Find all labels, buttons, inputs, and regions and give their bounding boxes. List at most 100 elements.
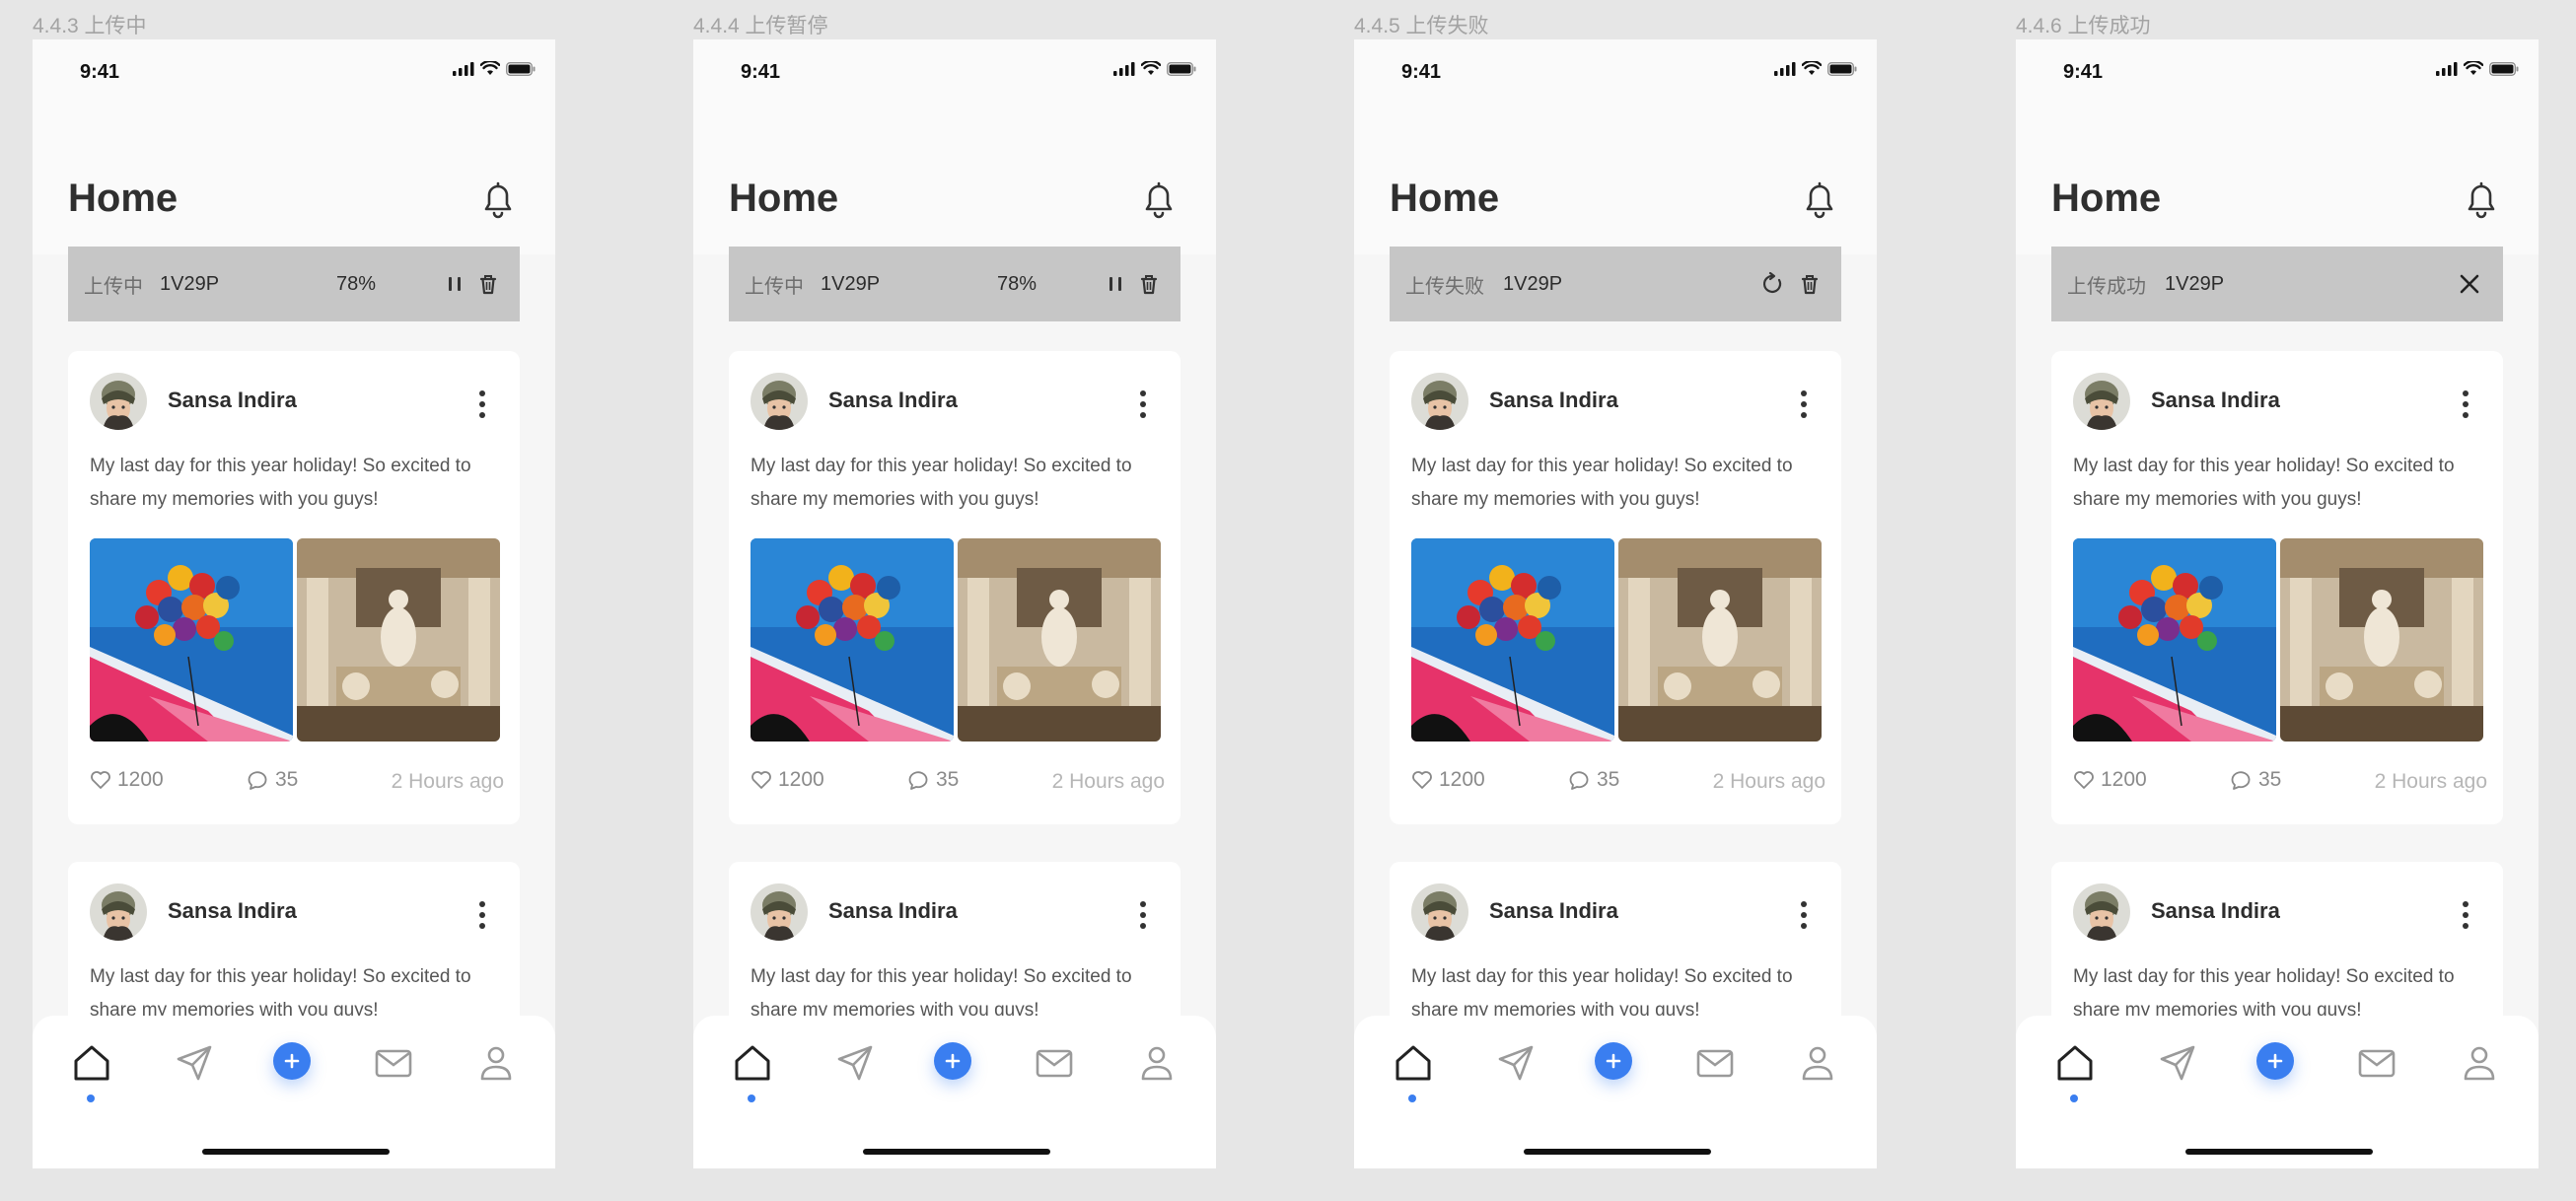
more-vertical-icon[interactable]	[1798, 389, 1810, 420]
post-photo-fountain[interactable]	[297, 538, 500, 742]
status-icons	[1113, 61, 1196, 76]
bell-icon[interactable]	[1139, 177, 1179, 221]
profile-icon[interactable]	[474, 1041, 518, 1085]
avatar[interactable]	[2073, 373, 2130, 430]
like-button[interactable]: 1200	[2073, 768, 2147, 792]
send-icon[interactable]	[173, 1041, 216, 1085]
like-button[interactable]: 1200	[751, 768, 824, 792]
avatar[interactable]	[2073, 883, 2130, 941]
post-photo-fountain[interactable]	[2280, 538, 2483, 742]
bell-icon[interactable]	[478, 177, 518, 221]
post-author[interactable]: Sansa Indira	[168, 388, 297, 413]
comment-button[interactable]: 35	[1569, 768, 1619, 792]
more-vertical-icon[interactable]	[476, 389, 488, 420]
add-post-button[interactable]	[934, 1042, 971, 1080]
avatar[interactable]	[90, 373, 147, 430]
more-vertical-icon[interactable]	[2460, 389, 2471, 420]
comment-button[interactable]: 35	[248, 768, 298, 792]
status-icons	[2436, 61, 2519, 76]
phone-screen: 9:41 Home 上传失败 1V29P Sansa Indira My las…	[1354, 39, 1877, 1168]
post-author[interactable]: Sansa Indira	[828, 898, 958, 924]
trash-icon[interactable]	[474, 270, 502, 298]
send-icon[interactable]	[2156, 1041, 2199, 1085]
send-icon[interactable]	[833, 1041, 877, 1085]
bell-icon[interactable]	[1800, 177, 1839, 221]
close-icon[interactable]	[2456, 270, 2483, 298]
avatar[interactable]	[90, 883, 147, 941]
post-author[interactable]: Sansa Indira	[2151, 898, 2280, 924]
post-author[interactable]: Sansa Indira	[2151, 388, 2280, 413]
avatar[interactable]	[751, 883, 808, 941]
more-vertical-icon[interactable]	[1798, 899, 1810, 931]
screen-frame: 4.4.5 上传失败 9:41 Home 上传失败 1V29P Sansa In…	[1354, 0, 1877, 1201]
add-post-button[interactable]	[1595, 1042, 1632, 1080]
bell-icon[interactable]	[2462, 177, 2501, 221]
trash-icon[interactable]	[1135, 270, 1163, 298]
more-vertical-icon[interactable]	[2460, 899, 2471, 931]
comment-count: 35	[1597, 768, 1620, 791]
upload-file-name: 1V29P	[160, 272, 220, 295]
profile-icon[interactable]	[2458, 1041, 2501, 1085]
screen-frame: 4.4.6 上传成功 9:41 Home 上传成功 1V29P Sansa In…	[2016, 0, 2539, 1201]
home-icon[interactable]	[1392, 1041, 1435, 1085]
post-card[interactable]: Sansa Indira My last day for this year h…	[1390, 351, 1841, 824]
avatar[interactable]	[1411, 373, 1468, 430]
home-icon[interactable]	[731, 1041, 774, 1085]
battery-icon	[506, 61, 536, 76]
post-card[interactable]: Sansa Indira My last day for this year h…	[2051, 351, 2503, 824]
mail-icon[interactable]	[1033, 1041, 1076, 1085]
more-vertical-icon[interactable]	[476, 899, 488, 931]
post-photo-balloons[interactable]	[2073, 538, 2276, 742]
more-vertical-icon[interactable]	[1137, 389, 1149, 420]
home-icon[interactable]	[2053, 1041, 2097, 1085]
post-card[interactable]: Sansa Indira My last day for this year h…	[729, 351, 1181, 824]
comment-button[interactable]: 35	[2231, 768, 2281, 792]
upload-status-text: 上传成功	[2067, 275, 2146, 298]
mail-icon[interactable]	[372, 1041, 415, 1085]
heart-icon	[751, 771, 771, 789]
upload-status-bar: 上传中 1V29P 78%	[68, 247, 520, 321]
post-time: 2 Hours ago	[391, 770, 504, 793]
post-author[interactable]: Sansa Indira	[168, 898, 297, 924]
post-photo-fountain[interactable]	[1618, 538, 1822, 742]
post-photo-balloons[interactable]	[1411, 538, 1614, 742]
comment-count: 35	[936, 768, 960, 791]
upload-percent: 78%	[336, 272, 377, 295]
comment-button[interactable]: 35	[908, 768, 959, 792]
post-photo-balloons[interactable]	[751, 538, 954, 742]
post-author[interactable]: Sansa Indira	[1489, 388, 1618, 413]
post-author[interactable]: Sansa Indira	[828, 388, 958, 413]
trash-icon[interactable]	[1796, 270, 1824, 298]
pause-icon[interactable]	[441, 270, 468, 298]
profile-icon[interactable]	[1796, 1041, 1839, 1085]
more-vertical-icon[interactable]	[1137, 899, 1149, 931]
home-indicator	[863, 1149, 1050, 1155]
upload-file-name: 1V29P	[821, 272, 881, 295]
like-button[interactable]: 1200	[1411, 768, 1485, 792]
post-card[interactable]: Sansa Indira My last day for this year h…	[68, 351, 520, 824]
status-icons	[1774, 61, 1857, 76]
profile-icon[interactable]	[1135, 1041, 1179, 1085]
upload-percent: 78%	[997, 272, 1038, 295]
send-icon[interactable]	[1494, 1041, 1538, 1085]
post-photo-fountain[interactable]	[958, 538, 1161, 742]
add-post-button[interactable]	[2256, 1042, 2294, 1080]
comment-count: 35	[275, 768, 299, 791]
post-photo-balloons[interactable]	[90, 538, 293, 742]
add-post-button[interactable]	[273, 1042, 311, 1080]
frame-label: 4.4.6 上传成功	[2016, 15, 2151, 37]
post-text: My last day for this year holiday! So ex…	[1411, 456, 1793, 510]
retry-icon[interactable]	[1759, 270, 1787, 298]
like-button[interactable]: 1200	[90, 768, 164, 792]
avatar[interactable]	[751, 373, 808, 430]
pause-icon[interactable]	[1102, 270, 1129, 298]
mail-icon[interactable]	[2355, 1041, 2398, 1085]
upload-status-text: 上传中	[84, 275, 143, 298]
avatar[interactable]	[1411, 883, 1468, 941]
mail-icon[interactable]	[1693, 1041, 1737, 1085]
post-author[interactable]: Sansa Indira	[1489, 898, 1618, 924]
battery-icon	[1827, 61, 1857, 76]
home-icon[interactable]	[70, 1041, 113, 1085]
upload-status-bar: 上传中 1V29P 78%	[729, 247, 1181, 321]
tab-bar	[693, 1016, 1216, 1168]
